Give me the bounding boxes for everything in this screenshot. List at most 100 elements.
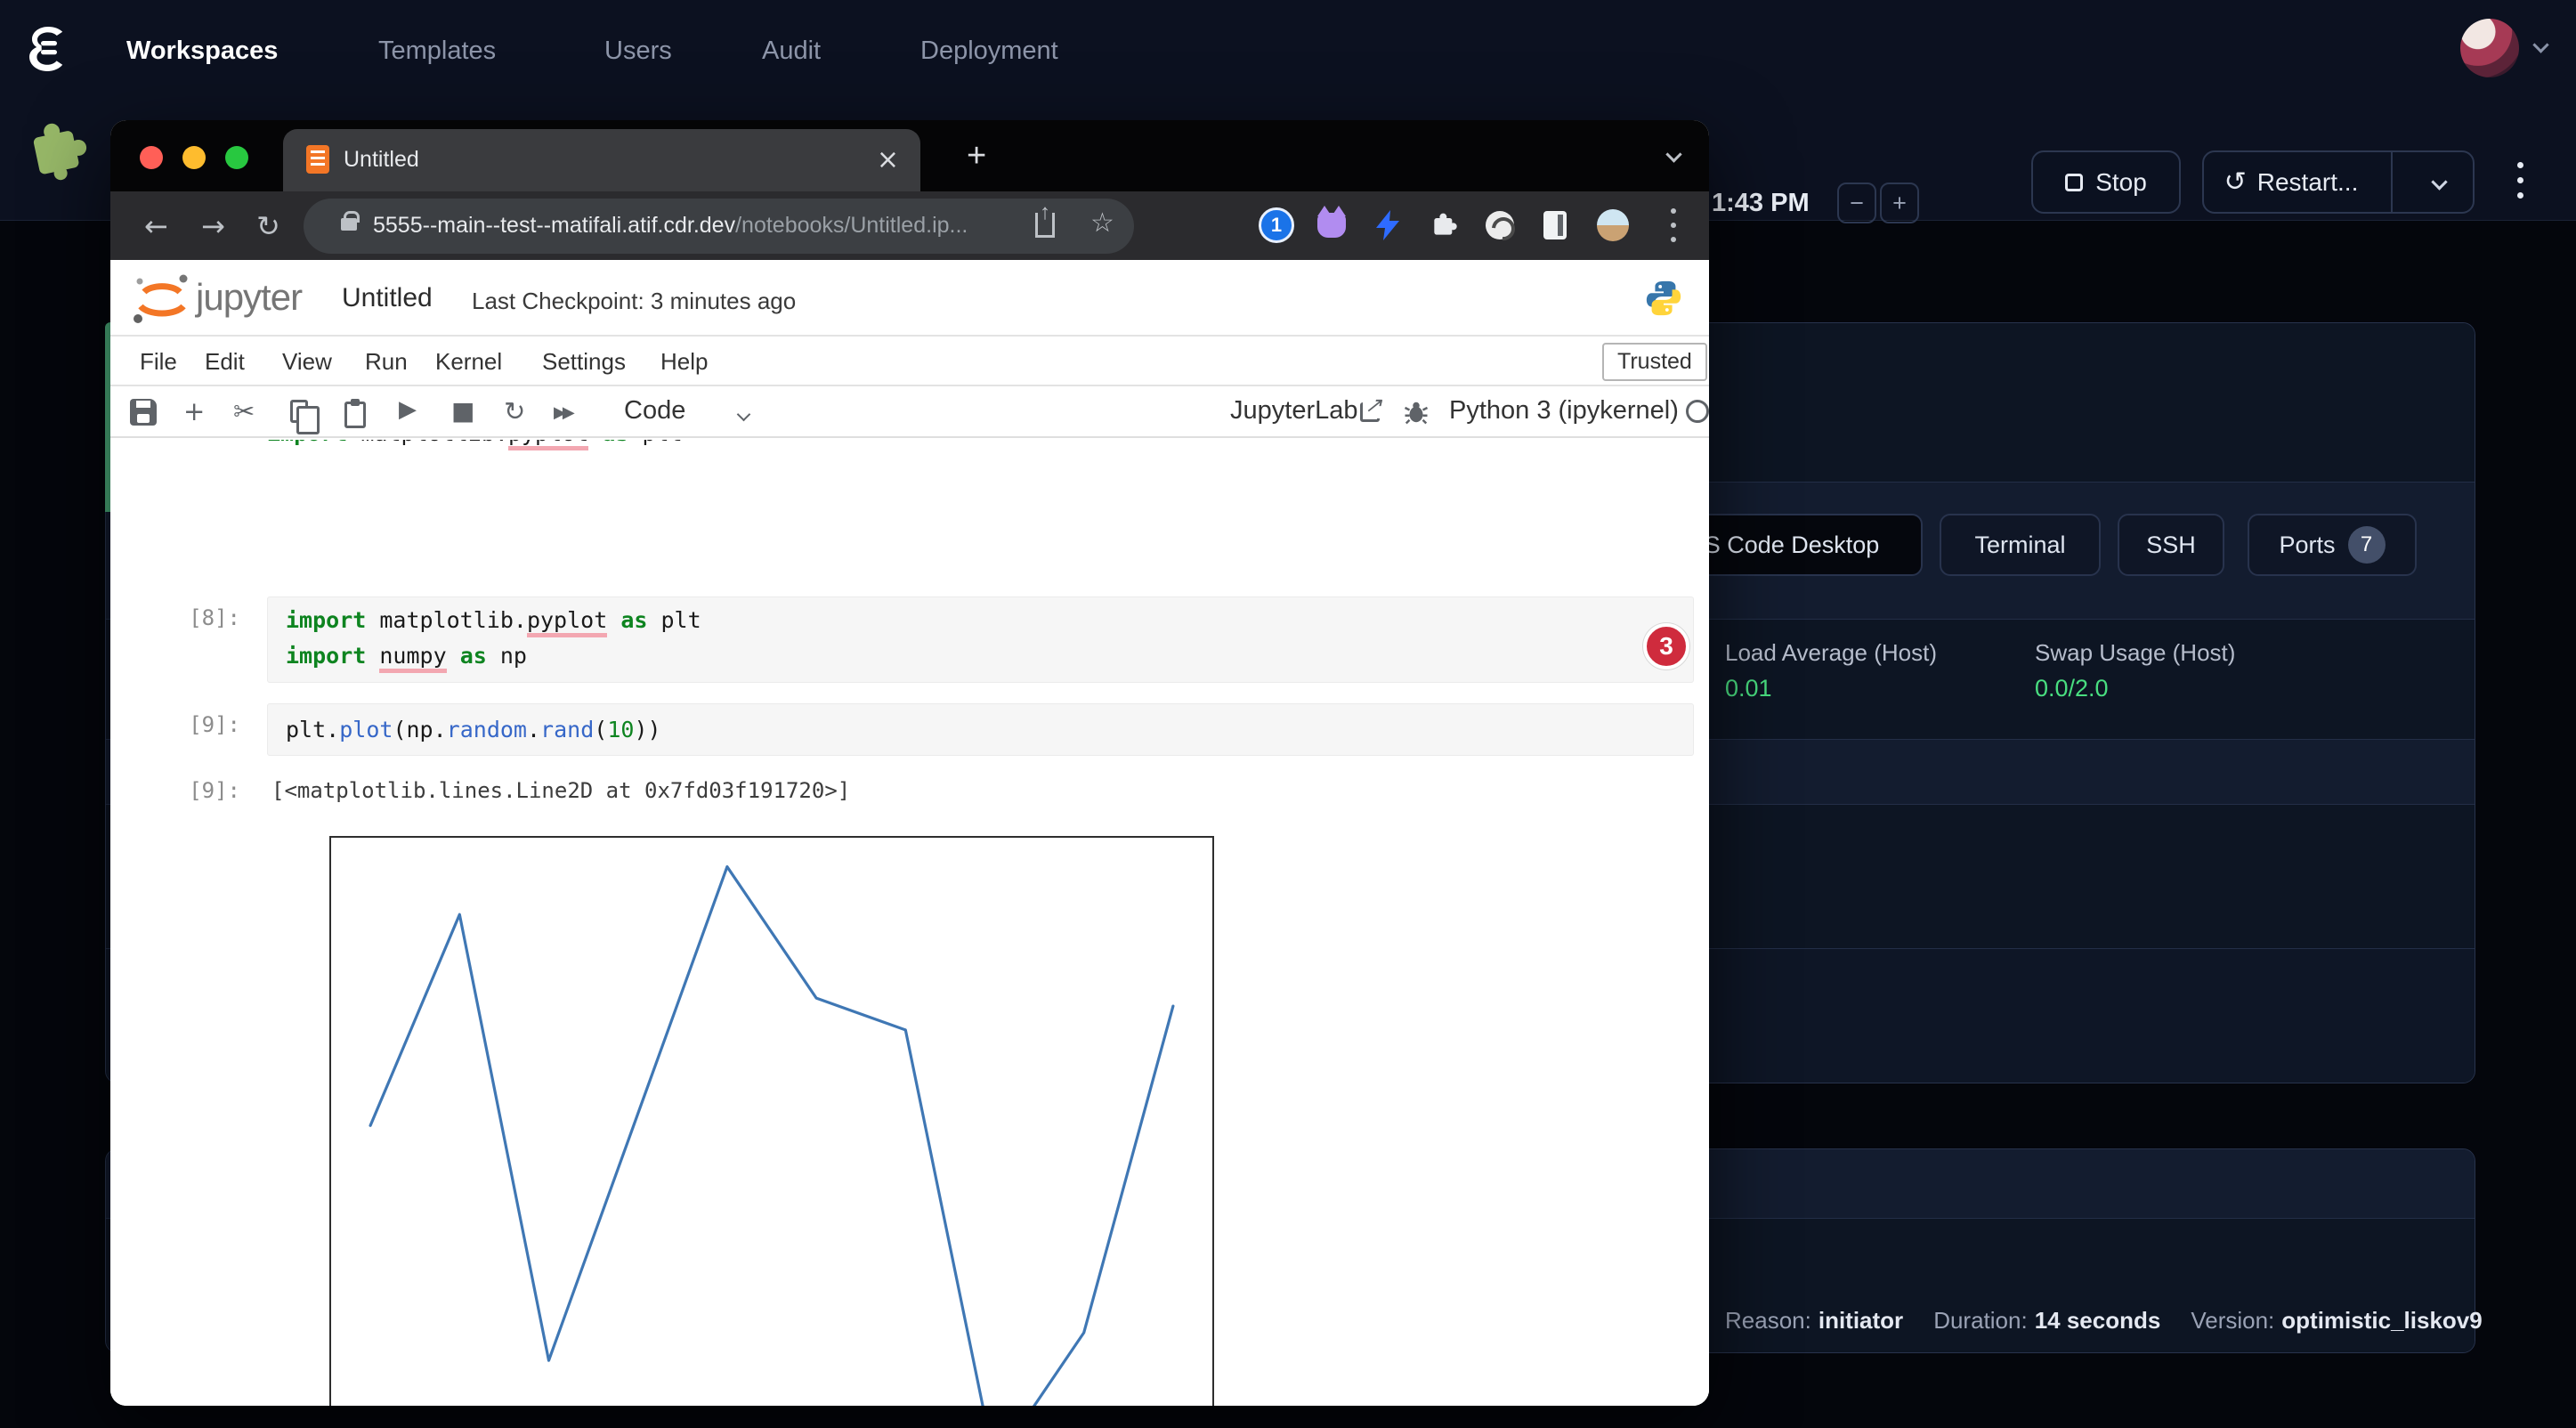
reload-icon[interactable]: ↻ (256, 209, 280, 243)
cell-type-dropdown[interactable]: Code (624, 396, 685, 426)
stop-button[interactable]: Stop (2031, 150, 2181, 214)
code-line: plt.plot(np.random.rand(10)) (286, 712, 661, 748)
load-average-label: Load Average (Host) (1725, 639, 1937, 667)
sidebar-extension-icon[interactable] (1537, 207, 1573, 243)
jupyter-toolbar: + ✂ ▶ ■ ↻ ▶▶ Code JupyterLab Python 3 (i… (110, 386, 1709, 438)
lock-icon[interactable] (341, 218, 357, 231)
restart-run-all-icon[interactable]: ▶▶ (554, 403, 571, 422)
menu-kernel[interactable]: Kernel (435, 348, 502, 376)
cat-extension-icon[interactable] (1314, 207, 1349, 243)
terminal-button[interactable]: Terminal (1940, 514, 2101, 576)
new-tab-button[interactable]: + (967, 140, 986, 172)
kernel-name[interactable]: Python 3 (ipykernel) (1449, 396, 1679, 426)
ssh-button[interactable]: SSH (2118, 514, 2224, 576)
menu-run[interactable]: Run (365, 348, 408, 376)
ports-button[interactable]: Ports 7 (2248, 514, 2417, 576)
ghostery-extension-icon[interactable] (1482, 207, 1518, 243)
stop-square-icon (2065, 174, 2083, 191)
restart-icon: ↺ (2224, 166, 2247, 198)
swap-usage-value: 0.0/2.0 (2035, 675, 2109, 702)
browser-tab-strip: Untitled × + (110, 120, 1709, 191)
user-avatar[interactable] (2460, 19, 2519, 77)
browser-tab[interactable]: Untitled × (283, 129, 920, 191)
cell-type-chevron-icon[interactable] (739, 408, 749, 424)
interrupt-kernel-icon[interactable]: ■ (451, 396, 474, 426)
window-zoom-button[interactable] (225, 146, 248, 169)
debugger-bug-icon[interactable] (1403, 399, 1430, 426)
code-cell[interactable]: import matplotlib.pyplot as plt import n… (267, 596, 1694, 683)
restart-options-chevron-icon[interactable] (2405, 176, 2473, 188)
code-line: import matplotlib.pyplot as plt (286, 603, 701, 638)
browser-toolbar: ← → ↻ 5555--main--test--matifali.atif.cd… (110, 191, 1709, 260)
cell-prompt: [8]: (146, 605, 240, 630)
matplotlib-plot: 0.20.30.40.50.60.70.80.91.002468 (329, 833, 1219, 1406)
browser-menu-kebab-icon[interactable] (1656, 207, 1691, 243)
schedule-plus-button[interactable]: + (1880, 183, 1919, 223)
1password-extension-icon[interactable]: 1 (1259, 207, 1294, 243)
workspace-kebab-menu-icon[interactable] (2517, 162, 2523, 199)
paste-cell-icon[interactable] (344, 402, 366, 428)
menu-file[interactable]: File (140, 348, 177, 376)
nav-deployment[interactable]: Deployment (920, 37, 1058, 66)
copy-cell-icon[interactable] (290, 400, 308, 423)
browser-window: Untitled × + ← → ↻ 5555--main--test--mat… (110, 120, 1709, 1406)
save-icon[interactable] (130, 399, 157, 426)
extensions-puzzle-icon[interactable] (1426, 207, 1462, 243)
nav-templates[interactable]: Templates (378, 37, 496, 66)
nav-audit[interactable]: Audit (762, 37, 821, 66)
restart-split-button[interactable]: ↺ Restart... (2202, 150, 2475, 214)
back-icon[interactable]: ← (144, 209, 168, 243)
nav-users[interactable]: Users (604, 37, 672, 66)
window-minimize-button[interactable] (182, 146, 206, 169)
add-cell-icon[interactable]: + (183, 396, 205, 426)
browser-profile-avatar[interactable] (1595, 207, 1631, 243)
notebook-title[interactable]: Untitled (342, 283, 433, 313)
autostop-time: 1:43 PM (1712, 189, 1810, 218)
python-kernel-logo-icon (1643, 278, 1684, 319)
menu-edit[interactable]: Edit (205, 348, 245, 376)
user-menu-chevron-icon[interactable] (2535, 39, 2547, 55)
bolt-extension-icon[interactable] (1371, 207, 1406, 243)
url-text[interactable]: 5555--main--test--matifali.atif.cdr.dev/… (373, 213, 968, 239)
nav-workspaces[interactable]: Workspaces (126, 37, 278, 66)
build-info-row: Reason:initiator Duration:14 seconds Ver… (1725, 1307, 2483, 1335)
output-prompt: [9]: (146, 778, 240, 803)
build-duration: Duration:14 seconds (1933, 1307, 2160, 1335)
window-close-button[interactable] (140, 146, 163, 169)
jupyterlab-link[interactable]: JupyterLab (1230, 396, 1358, 426)
load-average-value: 0.01 (1725, 675, 1772, 702)
trusted-button[interactable]: Trusted (1602, 343, 1707, 381)
cut-cell-icon[interactable]: ✂ (233, 396, 255, 426)
notebook-favicon-icon (306, 145, 329, 174)
code-line: import numpy as np (286, 638, 527, 674)
menu-view[interactable]: View (282, 348, 332, 376)
run-cell-icon[interactable]: ▶ (399, 396, 417, 423)
tab-close-icon[interactable]: × (877, 144, 899, 175)
jupyter-menubar: File Edit View Run Kernel Settings Help … (110, 337, 1709, 386)
external-link-icon[interactable] (1360, 400, 1380, 429)
tab-title: Untitled (344, 147, 419, 173)
code-cell[interactable]: plt.plot(np.random.rand(10)) (267, 703, 1694, 756)
coder-logo-icon[interactable] (23, 23, 73, 77)
workspace-template-puzzle-icon (19, 111, 94, 187)
last-checkpoint-text: Last Checkpoint: 3 minutes ago (472, 288, 796, 315)
ports-count-badge: 7 (2348, 526, 2386, 564)
notification-badge[interactable]: 3 (1643, 623, 1689, 669)
forward-icon[interactable]: → (201, 209, 225, 243)
swap-usage-label: Swap Usage (Host) (2035, 639, 2235, 667)
address-bar[interactable]: 5555--main--test--matifali.atif.cdr.dev/… (304, 199, 1134, 254)
jupyter-logo-icon (132, 271, 190, 326)
schedule-minus-button[interactable]: − (1837, 183, 1876, 223)
jupyter-brand-text: jupyter (196, 276, 302, 319)
build-reason: Reason:initiator (1725, 1307, 1903, 1335)
restart-divider (2391, 152, 2393, 212)
notebook-body: import matplotlib.pyplot as plt [8]: imp… (110, 438, 1709, 1406)
menu-help[interactable]: Help (660, 348, 708, 376)
tab-search-chevron-icon[interactable] (1668, 149, 1680, 165)
menu-settings[interactable]: Settings (542, 348, 626, 376)
clipped-previous-cell-line: import matplotlib.pyplot as plt (267, 440, 1068, 451)
jupyter-page: jupyter Untitled Last Checkpoint: 3 minu… (110, 260, 1709, 1406)
restart-kernel-icon[interactable]: ↻ (504, 396, 525, 426)
share-icon[interactable] (1035, 213, 1055, 238)
bookmark-star-icon[interactable]: ☆ (1090, 207, 1114, 239)
